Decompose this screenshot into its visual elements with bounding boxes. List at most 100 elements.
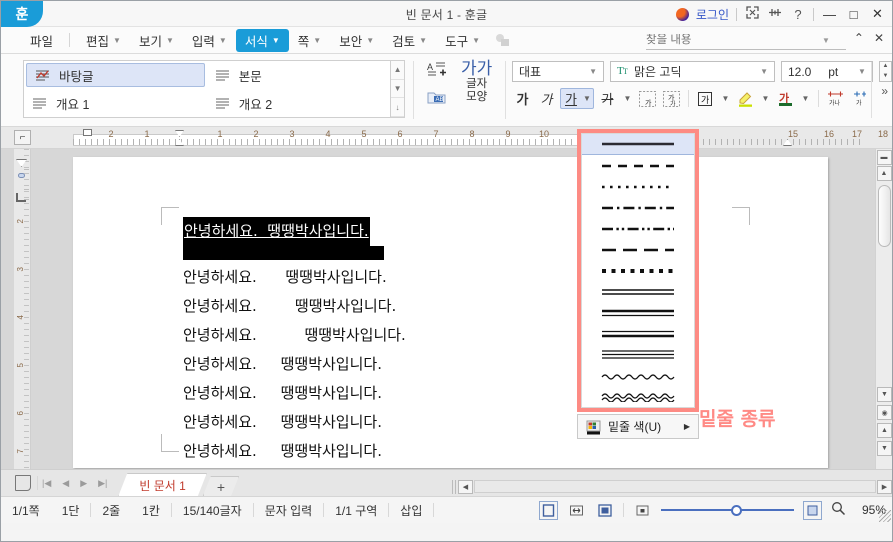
underline-option-solid[interactable] <box>582 134 694 155</box>
underline-option-dotted[interactable] <box>582 176 694 197</box>
zoom-magnifier-icon[interactable] <box>831 501 846 519</box>
strikethrough-button[interactable]: 가 <box>597 88 618 109</box>
italic-button[interactable]: 가 <box>536 88 557 109</box>
menu-item-insert[interactable]: 입력 ▼ <box>183 29 236 52</box>
stepper-up-icon[interactable]: ▲ <box>880 62 891 72</box>
char-shape-button[interactable]: 가가 글자 모양 <box>456 59 497 104</box>
find-up-icon[interactable]: ⌃ <box>854 31 864 45</box>
scroll-left-icon[interactable]: ◀ <box>458 479 473 494</box>
view-single-page-button[interactable] <box>539 500 558 520</box>
style-item-bonmun[interactable]: 본문 <box>207 61 390 89</box>
last-tab-icon[interactable]: ▶| <box>98 478 107 489</box>
horizontal-scrollbar-track[interactable] <box>474 480 876 493</box>
underline-option-dash-dot-dot[interactable] <box>582 218 694 239</box>
underline-style-dropdown[interactable]: 밑줄 색(U) ▶ <box>577 129 699 439</box>
vertical-ruler[interactable]: 2 3 4 5 6 7 <box>14 149 31 469</box>
menu-item-edit[interactable]: 편집 ▼ <box>77 29 130 52</box>
char-spacing-button[interactable]: 가나 <box>825 88 846 109</box>
header-marker[interactable] <box>18 173 25 178</box>
highlight-button[interactable] <box>735 88 756 109</box>
find-close-icon[interactable]: ✕ <box>874 31 884 45</box>
find-input-wrapper[interactable]: ▼ <box>646 31 846 50</box>
expand-icon[interactable] <box>744 6 760 22</box>
underline-button[interactable]: 가 <box>559 88 581 109</box>
document-tab[interactable]: 빈 문서 1 <box>118 473 206 496</box>
chevron-down-icon[interactable]: ▼ <box>822 36 830 45</box>
close-button[interactable]: ✕ <box>869 6 886 22</box>
zoom-page-width-button[interactable] <box>803 500 822 520</box>
menu-item-review[interactable]: 검토 ▼ <box>383 29 436 52</box>
font-color-dropdown-arrow-icon[interactable]: ▼ <box>799 88 812 109</box>
underline-option-thin-over-thick[interactable] <box>582 323 694 344</box>
sliders-icon[interactable] <box>767 6 783 22</box>
horizontal-ruler[interactable]: ⌐ 2 1 1 2 3 4 5 6 7 8 9 10 15 16 17 18 <box>1 127 892 149</box>
document-line[interactable]: 안녕하세요. 땡땡박사입니다. <box>183 437 406 466</box>
chevron-down-icon[interactable]: ▼ <box>586 67 600 76</box>
zoom-slider-track[interactable] <box>661 509 794 511</box>
view-fit-width-button[interactable] <box>567 501 586 520</box>
menu-item-file[interactable]: 파일 <box>21 29 62 52</box>
new-document-icon[interactable] <box>15 475 31 491</box>
document-line[interactable]: 안녕하세요. 땡땡박사입니다. <box>183 263 406 292</box>
style-item-outline-1[interactable]: 개요 1 <box>24 89 207 117</box>
scroll-more-icon[interactable]: ↓ <box>390 98 405 118</box>
chevron-down-icon[interactable]: ▼ <box>757 67 771 76</box>
vertical-scrollbar[interactable]: ▬ ▲ ▼ ◉ ▲ ▼ <box>875 149 892 469</box>
zoom-slider[interactable] <box>661 504 794 516</box>
document-line[interactable]: 안녕하세요. 땡땡박사입니다. <box>183 379 406 408</box>
ribbon-expand-button[interactable]: » <box>881 84 888 98</box>
style-gallery-scrollbar[interactable]: ▲ ▼ ↓ <box>390 60 406 118</box>
style-item-batanggeul[interactable]: 바탕글 <box>26 63 205 87</box>
scroll-top-icon[interactable]: ▬ <box>876 150 892 165</box>
document-line[interactable]: 안녕하세요. 땡땡박사입니다. <box>183 292 406 321</box>
underline-option-double-wave[interactable] <box>582 386 694 407</box>
menu-item-page[interactable]: 쪽 ▼ <box>289 29 330 52</box>
font-color-button[interactable]: 가 <box>775 88 796 109</box>
add-style-icon[interactable]: A <box>427 61 446 81</box>
scroll-up-icon[interactable]: ▲ <box>390 61 405 80</box>
menu-item-security[interactable]: 보안 ▼ <box>330 29 383 52</box>
menu-item-view[interactable]: 보기 ▼ <box>130 29 183 52</box>
strikethrough-dropdown-arrow-icon[interactable]: ▼ <box>621 88 634 109</box>
chevron-down-icon[interactable]: ▼ <box>855 67 869 76</box>
maximize-button[interactable]: □ <box>845 7 862 22</box>
scroll-up-icon[interactable]: ▲ <box>876 166 892 181</box>
prev-tab-icon[interactable]: ◀ <box>62 478 69 489</box>
horizontal-scrollbar[interactable]: ◀ ▶ <box>452 479 892 494</box>
login-button[interactable]: 로그인 <box>696 6 729 23</box>
style-combo[interactable]: 대표 ▼ <box>511 61 604 82</box>
underline-option-dashed[interactable] <box>582 155 694 176</box>
new-tab-button[interactable]: + <box>203 476 239 496</box>
document-text-body[interactable]: 안녕하세요. 땡땡박사입니다. 안녕하세요. 땡땡박사입니다. 안녕하세요. 땡… <box>183 217 406 466</box>
underline-option-triple[interactable] <box>582 344 694 365</box>
underline-option-thick-dotted[interactable] <box>582 260 694 281</box>
style-item-outline-2[interactable]: 개요 2 <box>207 89 390 117</box>
superscript-dropdown-arrow-icon[interactable]: ▼ <box>719 88 732 109</box>
underline-dropdown-arrow-icon[interactable]: ▼ <box>580 88 594 109</box>
outline-button[interactable]: 가 <box>637 88 658 109</box>
menu-item-tools[interactable]: 도구 ▼ <box>436 29 489 52</box>
document-line[interactable]: 안녕하세요. 땡땡박사입니다. <box>183 321 406 350</box>
font-combo[interactable]: TT 맑은 고딕 ▼ <box>609 61 775 82</box>
vertical-scrollbar-thumb[interactable] <box>878 185 891 247</box>
prev-page-icon[interactable]: ▲ <box>877 423 892 438</box>
font-size-stepper[interactable]: ▲ ▼ <box>878 61 892 82</box>
menu-item-format[interactable]: 서식 ▼ <box>235 28 289 52</box>
ruler-track[interactable]: 2 1 1 2 3 4 5 6 7 8 9 10 15 16 17 18 <box>73 129 888 146</box>
tab-stop-selector[interactable]: ⌐ <box>14 130 31 145</box>
shadow-button[interactable]: 가가 <box>661 88 682 109</box>
scroll-right-icon[interactable]: ▶ <box>877 479 892 494</box>
page-select-icon[interactable]: ◉ <box>877 405 892 420</box>
next-page-icon[interactable]: ▼ <box>877 441 892 456</box>
dropdown-list[interactable] <box>581 133 695 408</box>
shapes-icon[interactable] <box>495 33 511 47</box>
underline-option-wave[interactable] <box>582 365 694 386</box>
char-width-button[interactable]: 가 <box>849 88 870 109</box>
minimize-button[interactable]: — <box>821 7 838 22</box>
font-size-combo[interactable]: 12.0 pt ▼ <box>780 61 873 82</box>
superscript-button[interactable]: 가 <box>695 88 716 109</box>
style-folder-icon[interactable]: AB <box>427 90 446 108</box>
first-tab-icon[interactable]: |◀ <box>42 478 51 489</box>
stepper-down-icon[interactable]: ▼ <box>880 72 891 82</box>
document-line[interactable]: 안녕하세요. 땡땡박사입니다. <box>183 408 406 437</box>
